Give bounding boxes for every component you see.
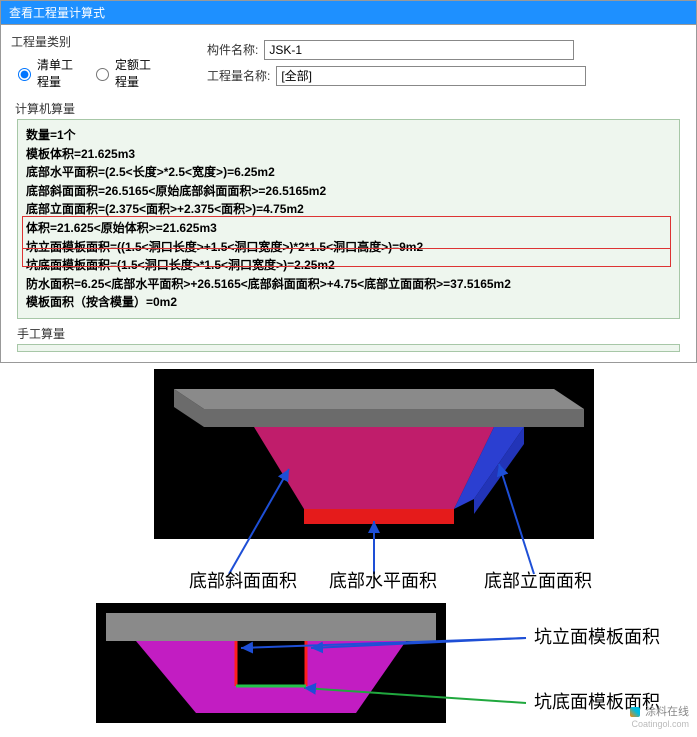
calc-section-title: 计算机算量 <box>15 100 686 117</box>
hand-result-box <box>17 344 680 352</box>
calc-line: 坑底面模板面积=(1.5<洞口长度>*1.5<洞口宽度>)=2.25m2 <box>26 256 671 275</box>
watermark-url: Coatingol.com <box>630 719 689 729</box>
component-name-label: 构件名称: <box>207 41 258 58</box>
component-name-input[interactable] <box>264 40 574 60</box>
label-horiz: 底部水平面积 <box>329 571 437 589</box>
window-titlebar: 查看工程量计算式 <box>0 0 697 24</box>
calc-line: 底部斜面面积=26.5165<原始底部斜面面积>=26.5165m2 <box>26 182 671 201</box>
watermark-icon <box>630 707 640 717</box>
radio-quota-qty-input[interactable] <box>96 68 109 81</box>
watermark: 涂料在线 Coatingol.com <box>630 703 689 729</box>
diagram-1-svg: 底部斜面面积 底部水平面积 底部立面面积 <box>54 369 644 589</box>
calc-line: 模板面积（按含模量）=0m2 <box>26 293 671 312</box>
watermark-text: 涂料在线 <box>645 706 689 718</box>
calc-line: 底部水平面积=(2.5<长度>*2.5<宽度>)=6.25m2 <box>26 163 671 182</box>
calc-line: 坑立面模板面积=((1.5<洞口长度>+1.5<洞口宽度>)*2*1.5<洞口高… <box>26 238 671 257</box>
main-panel: 工程量类别 清单工程量 定额工程量 构件名称: 工程量名称: <box>0 24 697 363</box>
radio-quota-qty[interactable]: 定额工程量 <box>91 56 159 90</box>
radio-list-qty-label: 清单工程量 <box>37 56 81 90</box>
label-side: 坑立面模板面积 <box>534 627 660 647</box>
project-name-label: 工程量名称: <box>207 67 270 84</box>
qty-type-label: 工程量类别 <box>11 33 161 50</box>
calc-line: 体积=21.625<原始体积>=21.625m3 <box>26 219 671 238</box>
calc-line: 底部立面面积=(2.375<面积>+2.375<面积>)=4.75m2 <box>26 200 671 219</box>
hand-section-title: 手工算量 <box>17 325 686 342</box>
window-title: 查看工程量计算式 <box>9 6 105 20</box>
project-name-input[interactable] <box>276 66 586 86</box>
calc-result-box: 数量=1个 模板体积=21.625m3 底部水平面积=(2.5<长度>*2.5<… <box>17 119 680 319</box>
calc-line: 数量=1个 <box>26 126 671 145</box>
label-vert: 底部立面面积 <box>484 571 592 589</box>
radio-quota-qty-label: 定额工程量 <box>115 56 159 90</box>
radio-list-qty[interactable]: 清单工程量 <box>13 56 81 90</box>
label-slant: 底部斜面面积 <box>189 571 297 589</box>
radio-list-qty-input[interactable] <box>18 68 31 81</box>
qty-type-radios: 清单工程量 定额工程量 <box>13 56 159 90</box>
header-row: 工程量类别 清单工程量 定额工程量 构件名称: 工程量名称: <box>11 33 686 92</box>
calc-line: 模板体积=21.625m3 <box>26 145 671 164</box>
diagram-1: 底部斜面面积 底部水平面积 底部立面面积 <box>0 369 697 589</box>
calc-line: 防水面积=6.25<底部水平面积>+26.5165<底部斜面面积>+4.75<底… <box>26 275 671 294</box>
